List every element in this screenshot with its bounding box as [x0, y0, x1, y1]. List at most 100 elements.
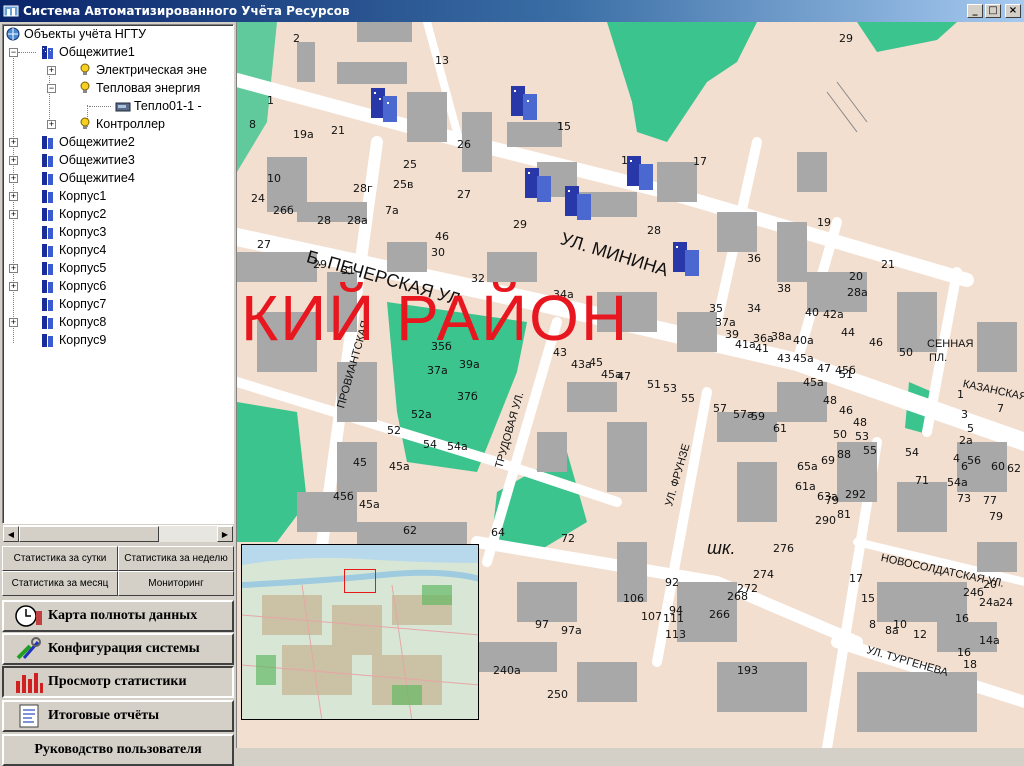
tree-item-label: Корпус9 — [59, 333, 107, 347]
tree-item-building2[interactable]: + Корпус2 — [9, 205, 106, 223]
svg-text:25: 25 — [403, 158, 417, 171]
summary-reports-button[interactable]: Итоговые отчёты — [2, 700, 234, 732]
left-panel: Объекты учёта НГТУ − Общежитие1 + Электр… — [0, 22, 236, 766]
tree-item-electric[interactable]: + Электрическая эне — [47, 61, 207, 79]
tree-item-building1[interactable]: + Корпус1 — [9, 187, 106, 205]
svg-text:44: 44 — [841, 326, 855, 339]
maximize-button[interactable]: □ — [985, 4, 1001, 18]
scroll-left-icon[interactable]: ◀ — [3, 526, 19, 542]
svg-text:40: 40 — [805, 306, 819, 319]
title-bar[interactable]: Система Автоматизированного Учёта Ресурс… — [0, 0, 1024, 22]
svg-text:50: 50 — [833, 428, 847, 441]
minimize-button[interactable]: _ — [967, 4, 983, 18]
svg-text:21: 21 — [881, 258, 895, 271]
svg-text:274: 274 — [753, 568, 774, 581]
expand-icon[interactable]: + — [9, 137, 18, 147]
svg-text:62: 62 — [1007, 462, 1021, 475]
tree-item-building6[interactable]: + Корпус6 — [9, 277, 106, 295]
tree-item-dorm2[interactable]: + Общежитие2 — [9, 133, 135, 151]
building-icon — [42, 226, 53, 239]
svg-text:46: 46 — [869, 336, 883, 349]
expand-icon[interactable]: + — [47, 119, 56, 129]
svg-text:92: 92 — [665, 576, 679, 589]
svg-text:48: 48 — [823, 394, 837, 407]
svg-text:50: 50 — [899, 346, 913, 359]
tree-item-heat[interactable]: − Тепловая энергия — [47, 79, 200, 97]
svg-text:3: 3 — [961, 408, 968, 421]
tree-item-building3[interactable]: Корпус3 — [22, 223, 106, 241]
tree-root[interactable]: Объекты учёта НГТУ — [5, 25, 146, 43]
overview-minimap[interactable] — [241, 544, 479, 720]
stats-month-button[interactable]: Статистика за месяц — [2, 571, 118, 596]
svg-text:46: 46 — [839, 404, 853, 417]
monitoring-button[interactable]: Мониторинг — [118, 571, 234, 596]
view-statistics-button[interactable]: Просмотр статистики — [2, 666, 234, 698]
svg-text:42а: 42а — [823, 308, 844, 321]
tree-item-label: Корпус6 — [59, 279, 107, 293]
svg-text:15: 15 — [861, 592, 875, 605]
close-button[interactable]: × — [1005, 4, 1021, 18]
park-area — [237, 402, 307, 542]
tree-item-building8[interactable]: + Корпус8 — [9, 313, 106, 331]
svg-text:8: 8 — [869, 618, 876, 631]
svg-text:60: 60 — [991, 460, 1005, 473]
tree-item-label: Общежитие1 — [59, 45, 135, 59]
tree-item-building4[interactable]: Корпус4 — [22, 241, 106, 259]
tree-horizontal-scrollbar[interactable]: ◀ ▶ — [3, 525, 233, 542]
stats-day-button[interactable]: Статистика за сутки — [2, 546, 118, 571]
svg-text:47: 47 — [817, 362, 831, 375]
expand-icon[interactable]: + — [9, 173, 18, 183]
tree-item-building9[interactable]: Корпус9 — [22, 331, 106, 349]
expand-icon[interactable]: + — [9, 191, 18, 201]
tree-item-building7[interactable]: Корпус7 — [22, 295, 106, 313]
tree-item-dorm3[interactable]: + Общежитие3 — [9, 151, 135, 169]
collapse-icon[interactable]: − — [9, 47, 18, 57]
svg-text:55: 55 — [681, 392, 695, 405]
svg-text:24: 24 — [251, 192, 265, 205]
user-manual-button[interactable]: Руководство пользователя — [2, 734, 234, 766]
tree-item-heat-meter[interactable]: Тепло01-1 - — [115, 97, 202, 115]
tree-item-controller[interactable]: + Контроллер — [47, 115, 165, 133]
svg-text:113: 113 — [665, 628, 686, 641]
scroll-right-icon[interactable]: ▶ — [217, 526, 233, 542]
scroll-thumb[interactable] — [19, 526, 159, 542]
expand-icon[interactable]: + — [9, 263, 18, 273]
window-title: Система Автоматизированного Учёта Ресурс… — [23, 4, 350, 18]
expand-icon[interactable]: + — [9, 209, 18, 219]
tree-line — [89, 106, 111, 107]
city-map[interactable]: 2 29 13 1 17 15 8 19а 21 26 16 25 10 28г 25в 24 26б… — [236, 22, 1024, 748]
tree-item-building5[interactable]: + Корпус5 — [9, 259, 106, 277]
completeness-map-button[interactable]: Карта полноты данных — [2, 600, 234, 632]
button-label: Руководство пользователя — [34, 742, 202, 757]
expand-icon[interactable]: + — [9, 155, 18, 165]
svg-text:19: 19 — [817, 216, 831, 229]
expand-icon[interactable]: + — [9, 281, 18, 291]
button-label: Просмотр статистики — [48, 674, 187, 689]
water-outline — [826, 81, 868, 133]
svg-text:72: 72 — [561, 532, 575, 545]
svg-text:7: 7 — [997, 402, 1004, 415]
svg-text:77: 77 — [983, 494, 997, 507]
svg-text:13: 13 — [435, 54, 449, 67]
svg-text:61: 61 — [773, 422, 787, 435]
object-tree[interactable]: Объекты учёта НГТУ − Общежитие1 + Электр… — [2, 24, 234, 524]
expand-icon[interactable]: + — [9, 317, 18, 327]
svg-text:28а: 28а — [347, 214, 368, 227]
collapse-icon[interactable]: − — [47, 83, 56, 93]
svg-text:53: 53 — [663, 382, 677, 395]
svg-text:10: 10 — [893, 618, 907, 631]
building-icon — [42, 154, 53, 167]
building-icon — [42, 244, 53, 257]
building-icon — [42, 190, 53, 203]
stats-week-button[interactable]: Статистика за неделю — [118, 546, 234, 571]
system-config-button[interactable]: Конфигурация системы — [2, 633, 234, 665]
building-icon — [42, 262, 53, 275]
viewport-frame[interactable] — [344, 569, 376, 593]
svg-text:54: 54 — [423, 438, 437, 451]
tree-item-dorm1[interactable]: − Общежитие1 — [9, 43, 135, 61]
tree-root-label: Объекты учёта НГТУ — [24, 27, 147, 41]
svg-text:59: 59 — [751, 410, 765, 423]
svg-text:18: 18 — [963, 658, 977, 671]
tree-item-dorm4[interactable]: + Общежитие4 — [9, 169, 135, 187]
expand-icon[interactable]: + — [47, 65, 56, 75]
